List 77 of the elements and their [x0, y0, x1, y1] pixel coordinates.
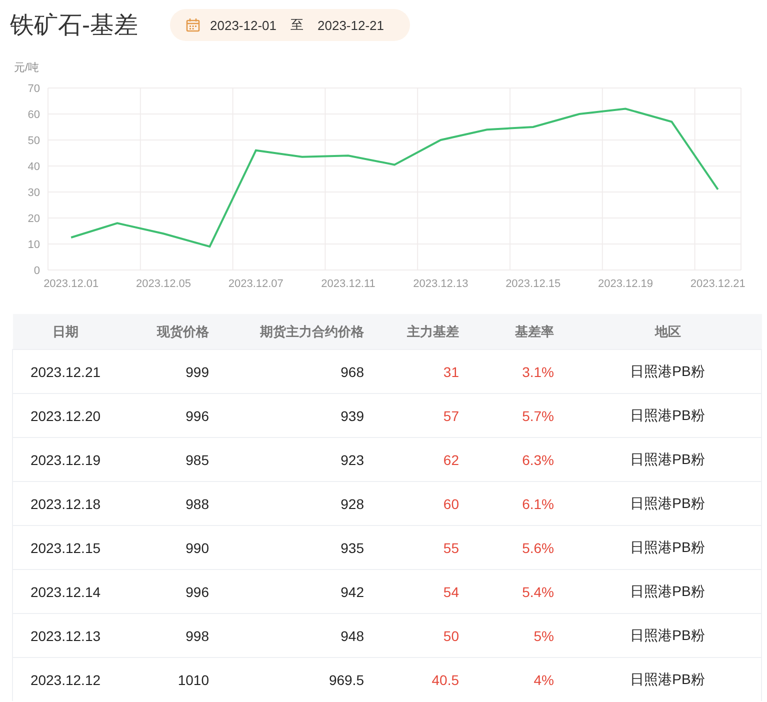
start-date[interactable]: 2023-12-01: [210, 18, 276, 32]
y-tick-label: 70: [28, 83, 40, 95]
table-cell: 日照港PB粉: [554, 350, 762, 394]
x-tick-label: 2023.12.21: [690, 278, 746, 290]
x-tick-label: 2023.12.07: [228, 278, 284, 290]
table-cell: 4%: [459, 658, 554, 701]
y-tick-label: 20: [28, 213, 40, 225]
range-separator: 至: [290, 16, 304, 34]
table-cell: 40.5: [364, 658, 459, 701]
table-cell: 935: [209, 526, 364, 570]
table-cell: 1010: [118, 658, 209, 701]
y-tick-label: 0: [34, 265, 40, 277]
column-header: 主力基差: [364, 314, 459, 350]
column-header: 现货价格: [118, 314, 209, 350]
table-cell: 990: [118, 526, 209, 570]
column-header: 基差率: [459, 314, 554, 350]
table-cell: 948: [209, 614, 364, 658]
table-cell: 2023.12.15: [12, 526, 118, 570]
table-cell: 50: [364, 614, 459, 658]
table-cell: 985: [118, 438, 209, 482]
page-title: 铁矿石-基差: [10, 11, 138, 41]
table-cell: 939: [209, 394, 364, 438]
table-cell: 5.4%: [459, 570, 554, 614]
table-cell: 928: [209, 482, 364, 526]
x-tick-label: 2023.12.15: [506, 278, 561, 290]
x-tick-label: 2023.12.05: [136, 278, 192, 290]
table-cell: 62: [364, 438, 459, 482]
x-tick-label: 2023.12.01: [44, 278, 99, 290]
column-header: 日期: [12, 314, 118, 350]
column-header: 地区: [554, 314, 762, 350]
table-cell: 31: [364, 350, 459, 394]
table-cell: 日照港PB粉: [554, 570, 762, 614]
table-cell: 2023.12.14: [12, 570, 118, 614]
table-cell: 999: [118, 350, 209, 394]
x-tick-label: 2023.12.11: [321, 278, 376, 290]
table-cell: 6.1%: [459, 482, 554, 526]
date-range-picker[interactable]: 2023-12-01 至 2023-12-21: [170, 9, 410, 41]
table-cell: 988: [118, 482, 209, 526]
column-header: 期货主力合约价格: [209, 314, 364, 350]
table-cell: 日照港PB粉: [554, 482, 762, 526]
table-cell: 日照港PB粉: [554, 526, 762, 570]
table-cell: 54: [364, 570, 459, 614]
y-tick-label: 10: [28, 239, 40, 251]
table-cell: 923: [209, 438, 364, 482]
table-cell: 996: [118, 394, 209, 438]
table-cell: 日照港PB粉: [554, 394, 762, 438]
table-cell: 942: [209, 570, 364, 614]
table-cell: 57: [364, 394, 459, 438]
y-tick-label: 40: [28, 161, 40, 173]
table-cell: 2023.12.13: [12, 614, 118, 658]
table-cell: 日照港PB粉: [554, 438, 762, 482]
y-tick-label: 50: [28, 135, 40, 147]
x-tick-label: 2023.12.19: [598, 278, 654, 290]
x-tick-label: 2023.12.13: [413, 278, 468, 290]
calendar-icon: [186, 18, 200, 32]
table-cell: 969.5: [209, 658, 364, 701]
table-cell: 2023.12.21: [12, 350, 118, 394]
table-cell: 5%: [459, 614, 554, 658]
y-tick-label: 60: [28, 109, 40, 121]
table-cell: 5.6%: [459, 526, 554, 570]
table-cell: 2023.12.12: [12, 658, 118, 701]
table-cell: 2023.12.19: [12, 438, 118, 482]
table-cell: 2023.12.18: [12, 482, 118, 526]
table-cell: 2023.12.20: [12, 394, 118, 438]
table-cell: 3.1%: [459, 350, 554, 394]
table-cell: 998: [118, 614, 209, 658]
table-cell: 968: [209, 350, 364, 394]
table-cell: 日照港PB粉: [554, 614, 762, 658]
table-cell: 6.3%: [459, 438, 554, 482]
table-cell: 5.7%: [459, 394, 554, 438]
table-cell: 日照港PB粉: [554, 658, 762, 701]
table-cell: 996: [118, 570, 209, 614]
y-tick-label: 30: [28, 187, 40, 199]
table-cell: 55: [364, 526, 459, 570]
table-cell: 60: [364, 482, 459, 526]
end-date[interactable]: 2023-12-21: [318, 18, 384, 32]
axis-unit-label: 元/吨: [14, 62, 40, 74]
